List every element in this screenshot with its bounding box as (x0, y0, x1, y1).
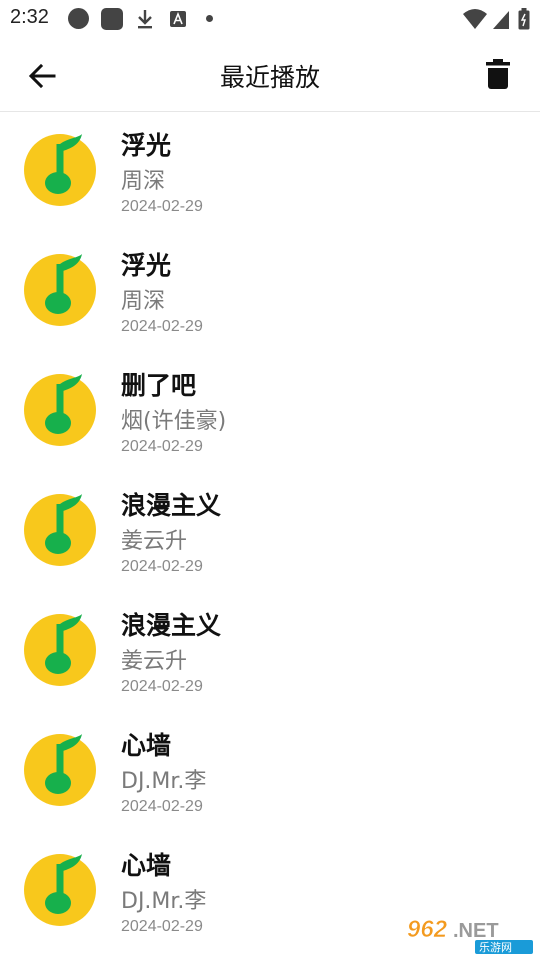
song-date: 2024-02-29 (121, 798, 203, 815)
battery-icon (518, 8, 530, 30)
song-item[interactable]: 浮光 周深 2024-02-29 (0, 112, 540, 232)
song-artist: 姜云升 (121, 649, 188, 674)
song-title: 浪漫主义 (121, 491, 222, 520)
a-icon (169, 10, 187, 28)
watermark-logo: 962 .NET 乐游网 (401, 910, 535, 956)
song-title: 浮光 (121, 251, 172, 280)
music-note-icon (24, 734, 96, 806)
app-bar: 最近播放 (0, 36, 540, 112)
music-note-icon (24, 134, 96, 206)
circle-icon (68, 8, 89, 29)
delete-all-button[interactable] (480, 54, 516, 94)
download-icon (134, 8, 156, 30)
song-list: 浮光 周深 2024-02-29 浮光 周深 2024-02-29 删了吧 烟(… (0, 112, 540, 952)
song-title: 心墙 (121, 851, 172, 880)
song-artist: 周深 (121, 289, 166, 314)
signal-icon (492, 8, 510, 30)
song-title: 浪漫主义 (121, 611, 222, 640)
song-item[interactable]: 删了吧 烟(许佳豪) 2024-02-29 (0, 352, 540, 472)
music-note-icon (24, 374, 96, 446)
status-time: 2:32 (10, 6, 49, 28)
song-artist: DJ.Mr.李 (121, 889, 207, 914)
square-icon (101, 8, 123, 30)
song-artist: DJ.Mr.李 (121, 769, 207, 794)
song-date: 2024-02-29 (121, 558, 203, 575)
music-note-icon (24, 254, 96, 326)
song-artist: 姜云升 (121, 529, 188, 554)
song-date: 2024-02-29 (121, 678, 203, 695)
song-title: 浮光 (121, 131, 172, 160)
music-note-icon (24, 854, 96, 926)
wifi-icon (462, 8, 488, 30)
song-date: 2024-02-29 (121, 198, 203, 215)
song-title: 心墙 (121, 731, 172, 760)
status-bar: 2:32 (0, 0, 540, 36)
song-artist: 烟(许佳豪) (121, 409, 227, 434)
music-note-icon (24, 614, 96, 686)
svg-text:962: 962 (407, 916, 448, 943)
svg-text:乐游网: 乐游网 (479, 941, 512, 954)
trash-icon (486, 59, 510, 89)
music-note-icon (24, 494, 96, 566)
song-artist: 周深 (121, 169, 166, 194)
dot-icon (206, 15, 213, 22)
page-title: 最近播放 (219, 63, 320, 92)
song-item[interactable]: 心墙 DJ.Mr.李 2024-02-29 (0, 712, 540, 832)
song-date: 2024-02-29 (121, 438, 203, 455)
song-item[interactable]: 浪漫主义 姜云升 2024-02-29 (0, 592, 540, 712)
song-date: 2024-02-29 (121, 318, 203, 335)
song-item[interactable]: 浪漫主义 姜云升 2024-02-29 (0, 472, 540, 592)
song-title: 删了吧 (121, 371, 197, 400)
song-date: 2024-02-29 (121, 918, 203, 935)
song-item[interactable]: 浮光 周深 2024-02-29 (0, 232, 540, 352)
svg-text:.NET: .NET (453, 920, 499, 942)
